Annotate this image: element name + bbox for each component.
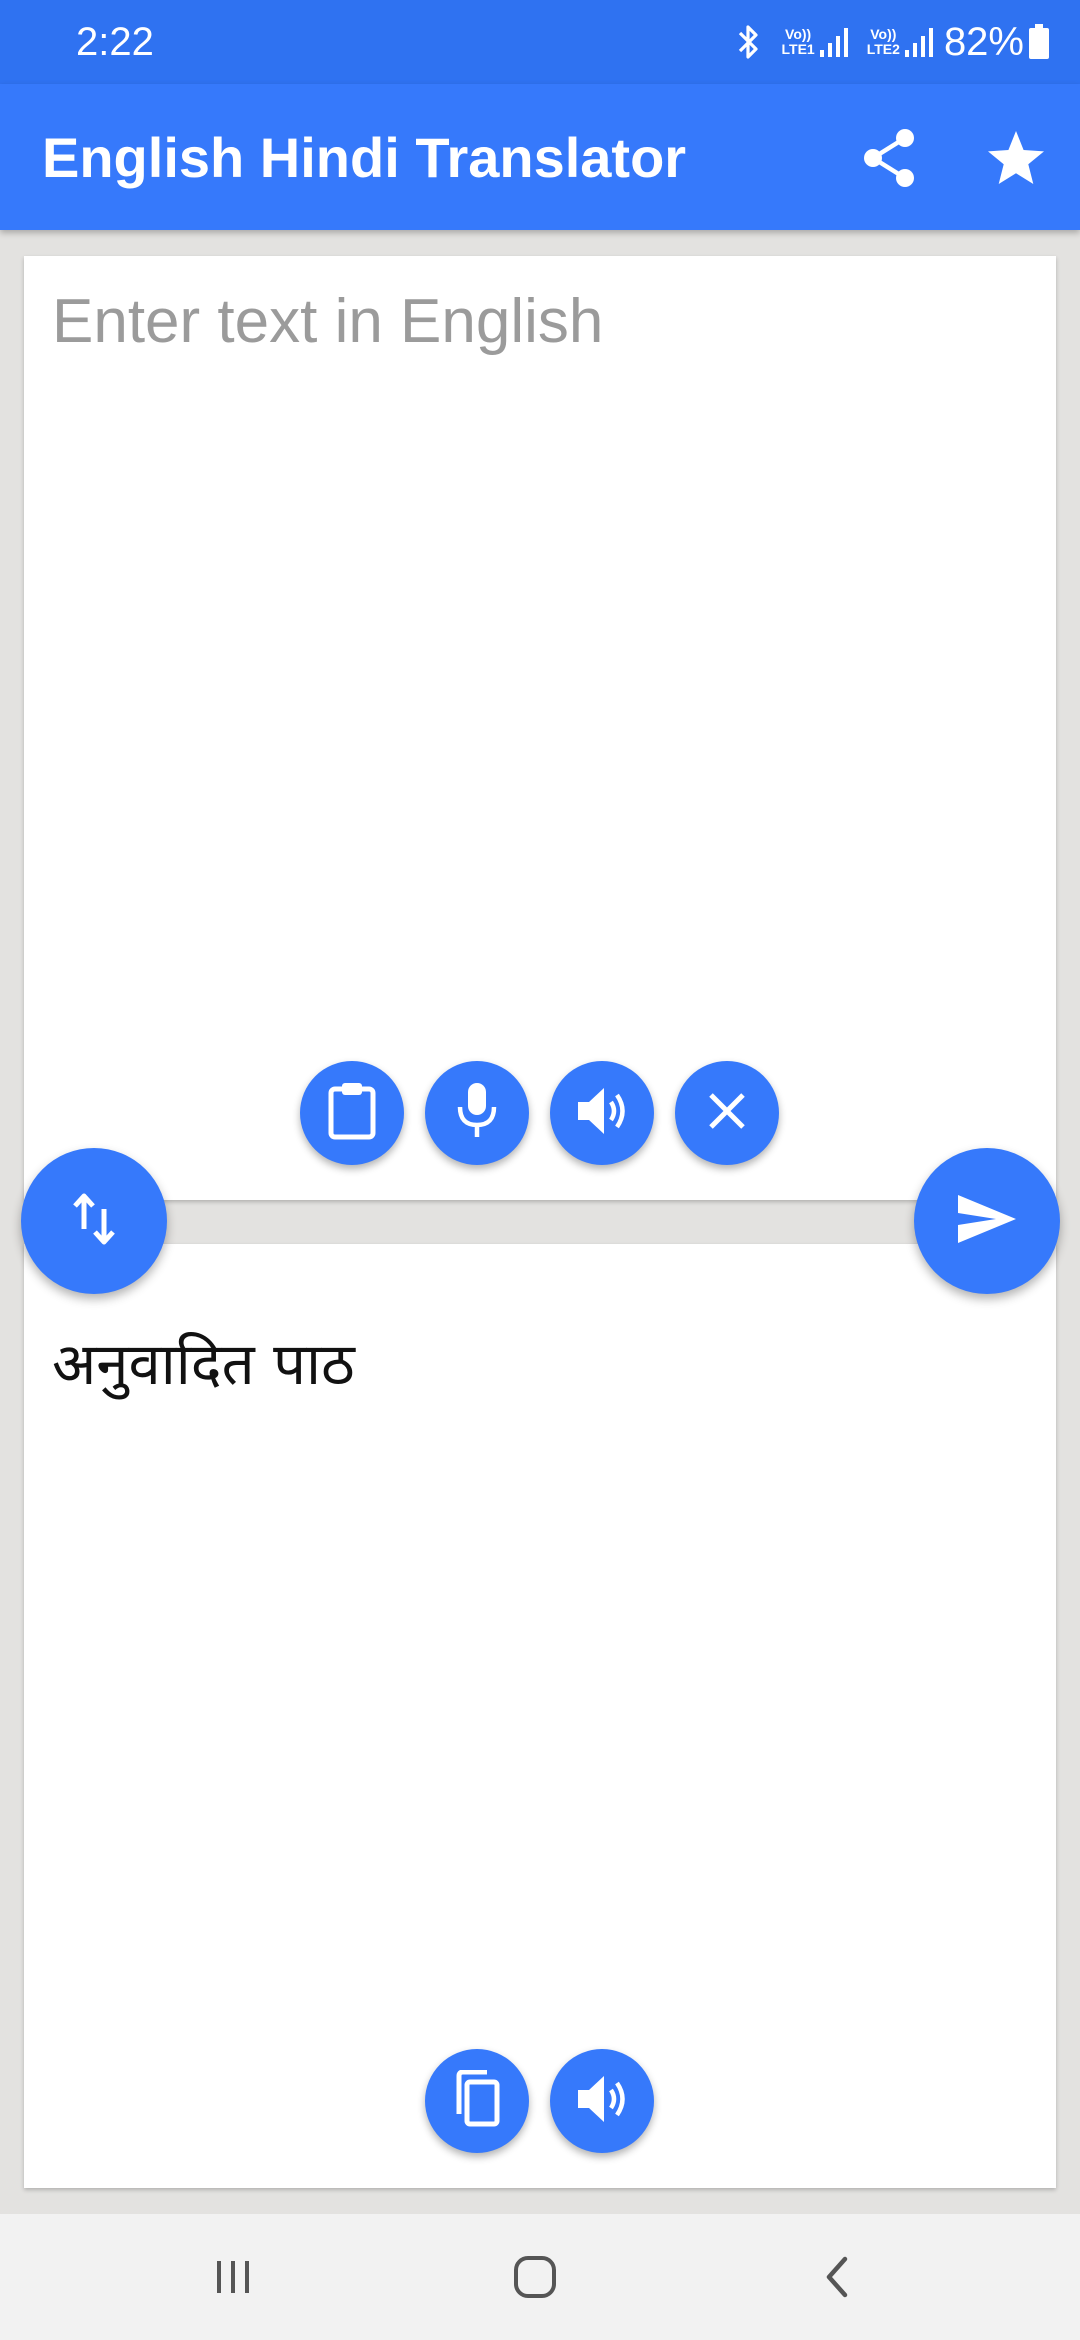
send-icon: [956, 1193, 1018, 1250]
home-icon[interactable]: [490, 2244, 580, 2310]
sim2-label: Vo)) LTE2: [866, 26, 900, 57]
close-icon: [705, 1089, 749, 1138]
copy-button[interactable]: [425, 2049, 529, 2153]
output-card: अनुवादित पाठ: [24, 1244, 1056, 2188]
paste-button[interactable]: [300, 1061, 404, 1165]
translated-text: अनुवादित पाठ: [52, 1330, 355, 1398]
signal-icon: [904, 26, 934, 58]
clipboard-icon: [325, 1081, 379, 1146]
app-bar: English Hindi Translator: [0, 84, 1080, 230]
signal-icon: [819, 26, 849, 58]
sim1-label: Vo)) LTE1: [781, 26, 815, 57]
share-icon[interactable]: [851, 120, 927, 196]
app-title: English Hindi Translator: [42, 126, 687, 189]
speaker-icon: [574, 1083, 630, 1144]
status-time: 2:22: [76, 20, 154, 64]
speaker-icon: [574, 2071, 630, 2132]
swap-languages-button[interactable]: [21, 1148, 167, 1294]
speak-input-button[interactable]: [550, 1061, 654, 1165]
microphone-icon: [455, 1081, 499, 1146]
translate-button[interactable]: [914, 1148, 1060, 1294]
star-icon[interactable]: [978, 120, 1054, 196]
system-nav-bar: [0, 2214, 1080, 2340]
back-icon[interactable]: [792, 2244, 882, 2310]
status-icons: Vo)) LTE1 Vo)) LTE2 82%: [734, 16, 1050, 68]
battery-icon: [1028, 24, 1050, 60]
swap-vertical-icon: [70, 1191, 118, 1252]
bluetooth-icon: [734, 22, 764, 62]
copy-icon: [451, 2069, 503, 2133]
status-bar: 2:22 Vo)) LTE1 Vo)) LTE2 82%: [0, 0, 1080, 84]
voice-input-button[interactable]: [425, 1061, 529, 1165]
speak-output-button[interactable]: [550, 2049, 654, 2153]
recent-apps-icon[interactable]: [188, 2244, 278, 2310]
battery-percent: 82%: [943, 19, 1024, 64]
english-input[interactable]: [52, 284, 1028, 1004]
input-card: [24, 256, 1056, 1200]
clear-input-button[interactable]: [675, 1061, 779, 1165]
